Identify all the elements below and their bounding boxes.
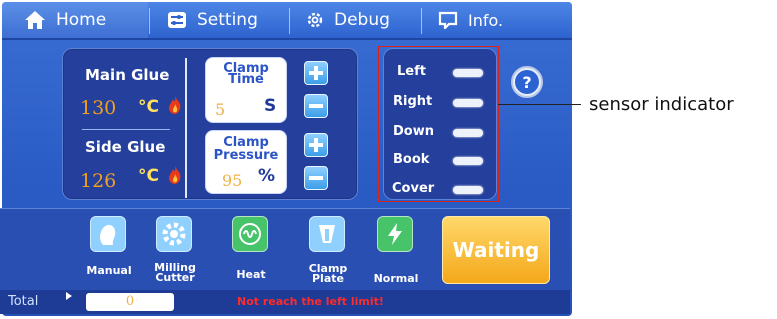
clamp-pressure-title-2: Pressure (213, 148, 279, 163)
caret-right-icon (66, 292, 72, 300)
annotation-leader-line (498, 104, 581, 105)
normal-mode-button[interactable] (377, 216, 413, 252)
lightning-icon (388, 223, 402, 245)
clamp-pressure-plus-button[interactable] (304, 133, 328, 157)
heat-label: Heat (236, 268, 266, 281)
tab-setting[interactable]: Setting (150, 2, 288, 38)
manual-button[interactable] (90, 216, 126, 252)
clamp-time-value: 5 (215, 100, 226, 119)
clamp-pressure-card[interactable]: Clamp Pressure 95 % (205, 130, 287, 194)
tab-setting-label: Setting (197, 10, 258, 30)
clamp-plate-label-2: Plate (312, 272, 344, 285)
clamp-pressure-value: 95 (222, 171, 243, 190)
settings-icon (167, 11, 187, 29)
waiting-button[interactable]: Waiting (442, 216, 550, 284)
clamp-time-plus-button[interactable] (304, 61, 328, 85)
tab-info[interactable]: Info. (422, 2, 572, 38)
clamp-time-unit: S (264, 96, 277, 116)
total-label: Total (8, 294, 39, 309)
glue-separator (82, 129, 170, 130)
annotation-label: sensor indicator (589, 94, 734, 115)
tab-debug-label: Debug (334, 10, 390, 30)
heat-icon (239, 223, 261, 245)
clamp-pressure-unit: % (258, 166, 276, 186)
home-icon (24, 10, 46, 30)
clamp-time-title-2: Time (228, 72, 264, 87)
tab-home-label: Home (56, 10, 107, 30)
total-count-field[interactable]: 0 (86, 293, 174, 311)
flame-icon (169, 166, 181, 184)
milling-cutter-label-2: Cutter (155, 271, 195, 284)
clamp-time-minus-button[interactable] (304, 94, 328, 118)
main-glue-temp[interactable]: 130 (80, 97, 116, 119)
heat-button[interactable] (232, 216, 268, 252)
normal-mode-label: Normal (373, 272, 419, 285)
info-icon (438, 11, 458, 29)
tab-info-label: Info. (468, 10, 504, 30)
clamp-pressure-minus-button[interactable] (304, 166, 328, 190)
minus-icon (309, 104, 323, 108)
side-glue-temp[interactable]: 126 (80, 170, 116, 192)
minus-icon (309, 176, 323, 180)
clamp-icon (319, 225, 335, 243)
help-button[interactable]: ? (511, 66, 543, 98)
plus-icon (309, 138, 323, 152)
tab-debug[interactable]: Debug (290, 2, 420, 38)
gear-icon (306, 11, 324, 29)
question-icon: ? (515, 70, 539, 94)
manual-label: Manual (86, 264, 132, 277)
clamp-time-card[interactable]: Clamp Time 5 S (205, 57, 287, 123)
top-nav: Home Setting Debug Info. (2, 2, 572, 40)
main-glue-label: Main Glue (85, 66, 170, 84)
plus-icon (309, 66, 323, 80)
milling-cutter-button[interactable] (156, 216, 192, 252)
flame-icon (169, 96, 181, 114)
panel-divider (185, 58, 187, 198)
main-glue-unit: °C (138, 97, 159, 117)
hand-icon (99, 224, 116, 245)
gear-icon (162, 222, 186, 246)
status-message: Not reach the left limit! (237, 295, 384, 308)
tab-home[interactable]: Home (2, 2, 148, 38)
clamp-plate-button[interactable] (309, 216, 345, 252)
sensor-highlight-box (378, 46, 499, 202)
side-glue-unit: °C (138, 166, 159, 186)
page: { "nav": { "items": [ {"label": "Home", … (0, 0, 777, 319)
side-glue-label: Side Glue (85, 138, 166, 156)
